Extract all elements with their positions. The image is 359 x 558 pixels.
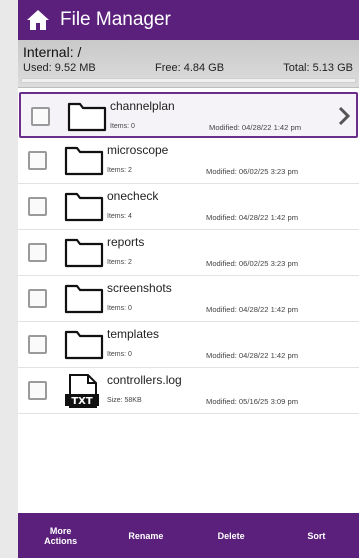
file-row-screenshots[interactable]: screenshots Items: 0 Modified: 04/28/22 … [18, 276, 359, 322]
modified-date: Modified: 04/28/22 1:42 pm [206, 213, 299, 222]
file-row-channelplan[interactable]: channelplan Items: 0 Modified: 04/28/22 … [19, 92, 358, 138]
used-space: Used: 9.52 MB [23, 62, 96, 74]
row-checkbox[interactable] [28, 197, 47, 216]
row-checkbox[interactable] [28, 335, 47, 354]
item-count: Items: 0 [107, 351, 132, 358]
item-count: Items: 0 [107, 305, 132, 312]
row-checkbox[interactable] [28, 289, 47, 308]
total-space: Total: 5.13 GB [283, 62, 353, 74]
file-name: templates [107, 327, 160, 341]
file-name: reports [107, 235, 145, 249]
current-path: Internal: / [23, 44, 82, 60]
item-count: Items: 2 [107, 259, 132, 266]
file-row-onecheck[interactable]: onecheck Items: 4 Modified: 04/28/22 1:4… [18, 184, 359, 230]
file-list: channelplan Items: 0 Modified: 04/28/22 … [18, 92, 359, 414]
more-actions-button[interactable]: More Actions [18, 513, 103, 558]
folder-icon [67, 100, 109, 134]
file-row-templates[interactable]: templates Items: 0 Modified: 04/28/22 1:… [18, 322, 359, 368]
storage-usage-bar [21, 78, 356, 83]
title-bar: File Manager [18, 0, 359, 40]
file-row-microscope[interactable]: microscope Items: 2 Modified: 06/02/25 3… [18, 138, 359, 184]
rename-button[interactable]: Rename [103, 513, 188, 558]
file-size: Size: 58KB [107, 397, 142, 404]
home-button[interactable] [18, 0, 58, 40]
folder-icon [64, 328, 106, 362]
folder-icon [64, 190, 106, 224]
item-count: Items: 2 [107, 167, 132, 174]
row-checkbox[interactable] [28, 151, 47, 170]
folder-icon [64, 282, 106, 316]
bottom-toolbar: More Actions Rename Delete Sort [18, 513, 359, 558]
folder-icon [64, 144, 106, 178]
file-name: controllers.log [107, 373, 182, 387]
file-name: screenshots [107, 281, 172, 295]
sort-button[interactable]: Sort [274, 513, 359, 558]
modified-date: Modified: 06/02/25 3:23 pm [206, 167, 299, 176]
row-checkbox[interactable] [28, 243, 47, 262]
modified-date: Modified: 06/02/25 3:23 pm [206, 259, 299, 268]
modified-date: Modified: 04/28/22 1:42 pm [206, 305, 299, 314]
file-name: microscope [107, 143, 169, 157]
chevron-right-icon[interactable] [337, 106, 351, 126]
item-count: Items: 0 [110, 123, 135, 130]
file-row-controllers-log[interactable]: TXT controllers.log Size: 58KB Modified:… [18, 368, 359, 414]
row-checkbox[interactable] [28, 381, 47, 400]
folder-icon [64, 236, 106, 270]
item-count: Items: 4 [107, 213, 132, 220]
file-manager-window: File Manager Internal: / Used: 9.52 MB F… [18, 0, 359, 558]
storage-info-bar: Internal: / Used: 9.52 MB Free: 4.84 GB … [18, 40, 359, 88]
file-name: onecheck [107, 189, 159, 203]
page-title: File Manager [60, 9, 171, 30]
file-row-reports[interactable]: reports Items: 2 Modified: 06/02/25 3:23… [18, 230, 359, 276]
row-checkbox[interactable] [31, 107, 50, 126]
modified-date: Modified: 04/28/22 1:42 pm [206, 351, 299, 360]
txt-file-icon: TXT [64, 374, 106, 408]
free-space: Free: 4.84 GB [154, 62, 225, 74]
file-name: channelplan [110, 99, 175, 113]
txt-badge: TXT [71, 396, 93, 407]
modified-date: Modified: 04/28/22 1:42 pm [209, 123, 302, 132]
storage-stats: Used: 9.52 MB Free: 4.84 GB Total: 5.13 … [23, 62, 353, 74]
modified-date: Modified: 05/16/25 3:09 pm [206, 397, 299, 406]
home-icon [27, 10, 49, 30]
delete-button[interactable]: Delete [189, 513, 274, 558]
